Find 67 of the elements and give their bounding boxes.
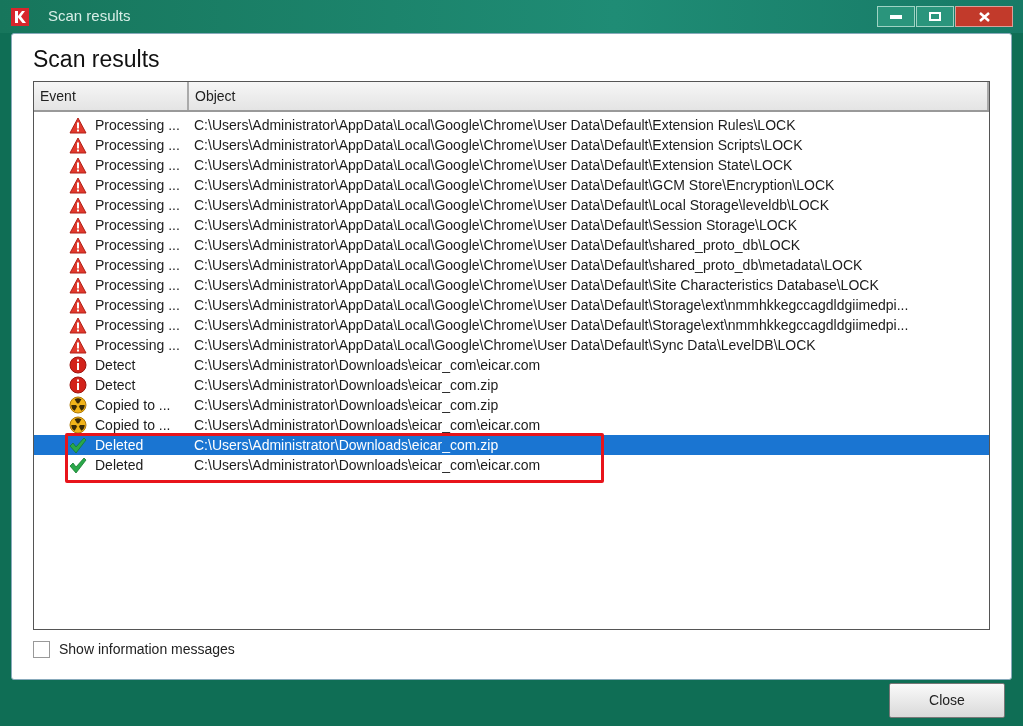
event-text: Detect: [95, 355, 136, 375]
event-text: Processing ...: [95, 115, 180, 135]
close-window-button[interactable]: [955, 6, 1013, 27]
event-text: Processing ...: [95, 315, 180, 335]
object-path: C:\Users\Administrator\AppData\Local\Google\Chrome\User Data\Default\Extension State\LOCK: [193, 155, 793, 175]
warning-icon: [69, 296, 87, 314]
object-path: C:\Users\Administrator\AppData\Local\Google\Chrome\User Data\Default\Extension Scripts\LOCK: [193, 135, 803, 155]
info-icon: [69, 376, 87, 394]
object-path: C:\Users\Administrator\Downloads\eicar_com.zip: [193, 435, 499, 455]
checkbox-label: Show information messages: [59, 640, 235, 659]
event-text: Processing ...: [95, 155, 180, 175]
minimize-icon: [890, 14, 902, 19]
event-text: Processing ...: [95, 135, 180, 155]
object-path: C:\Users\Administrator\AppData\Local\Google\Chrome\User Data\Default\shared_proto_db\metadata\LOCK: [193, 255, 863, 275]
object-path: C:\Users\Administrator\AppData\Local\Google\Chrome\User Data\Default\Local Storage\leveldb\LOCK: [193, 195, 829, 215]
radiation-icon: [69, 396, 87, 414]
object-path: C:\Users\Administrator\AppData\Local\Google\Chrome\User Data\Default\Storage\ext\nmmhkkegccagdldgiimedpi...: [193, 295, 909, 315]
radiation-icon: [69, 416, 87, 434]
warning-icon: [69, 316, 87, 334]
object-path: C:\Users\Administrator\AppData\Local\Google\Chrome\User Data\Default\shared_proto_db\LOCK: [193, 235, 801, 255]
checkbox[interactable]: [33, 641, 50, 658]
minimize-button[interactable]: [877, 6, 915, 27]
warning-icon: [69, 156, 87, 174]
maximize-icon: [929, 12, 941, 21]
info-icon: [69, 356, 87, 374]
close-button[interactable]: Close: [889, 683, 1005, 718]
object-path: C:\Users\Administrator\AppData\Local\Google\Chrome\User Data\Default\Site Characteristics Database\LOCK: [193, 275, 879, 295]
object-path: C:\Users\Administrator\AppData\Local\Google\Chrome\User Data\Default\Extension Rules\LOCK: [193, 115, 796, 135]
object-path: C:\Users\Administrator\AppData\Local\Google\Chrome\User Data\Default\Storage\ext\nmmhkkegccagdldgiimedpi...: [193, 315, 909, 335]
event-text: Deleted: [95, 435, 144, 455]
warning-icon: [69, 176, 87, 194]
app-logo-icon: [10, 6, 30, 27]
object-path: C:\Users\Administrator\Downloads\eicar_com\eicar.com: [193, 355, 541, 375]
object-path: C:\Users\Administrator\Downloads\eicar_com\eicar.com: [193, 415, 541, 435]
object-path: C:\Users\Administrator\Downloads\eicar_com.zip: [193, 395, 499, 415]
event-text: Detect: [95, 375, 136, 395]
warning-icon: [69, 256, 87, 274]
object-path: C:\Users\Administrator\AppData\Local\Google\Chrome\User Data\Default\Session Storage\LOCK: [193, 215, 798, 235]
event-text: Processing ...: [95, 175, 180, 195]
event-text: Processing ...: [95, 215, 180, 235]
close-icon: [978, 11, 990, 22]
warning-icon: [69, 116, 87, 134]
warning-icon: [69, 196, 87, 214]
column-header[interactable]: Object: [189, 82, 989, 110]
object-path: C:\Users\Administrator\Downloads\eicar_com.zip: [193, 375, 499, 395]
event-text: Processing ...: [95, 235, 180, 255]
event-text: Copied to ...: [95, 415, 171, 435]
event-text: Processing ...: [95, 195, 180, 215]
heading: Scan results: [33, 45, 160, 73]
event-text: Processing ...: [95, 275, 180, 295]
window-title: Scan results: [48, 6, 131, 27]
warning-icon: [69, 236, 87, 254]
warning-icon: [69, 216, 87, 234]
event-text: Deleted: [95, 455, 144, 475]
column-header[interactable]: Event: [34, 82, 189, 110]
event-text: Processing ...: [95, 295, 180, 315]
object-path: C:\Users\Administrator\AppData\Local\Google\Chrome\User Data\Default\GCM Store\Encryption\LOCK: [193, 175, 835, 195]
result-row[interactable]: Deleted C:\Users\Administrator\Downloads\eicar_com.zip: [34, 435, 989, 455]
warning-icon: [69, 136, 87, 154]
warning-icon: [69, 276, 87, 294]
event-text: Processing ...: [95, 335, 180, 355]
maximize-button[interactable]: [916, 6, 954, 27]
warning-icon: [69, 336, 87, 354]
event-text: Copied to ...: [95, 395, 171, 415]
event-text: Processing ...: [95, 255, 180, 275]
object-path: C:\Users\Administrator\AppData\Local\Google\Chrome\User Data\Default\Sync Data\LevelDB\LOCK: [193, 335, 816, 355]
object-path: C:\Users\Administrator\Downloads\eicar_com\eicar.com: [193, 455, 541, 475]
